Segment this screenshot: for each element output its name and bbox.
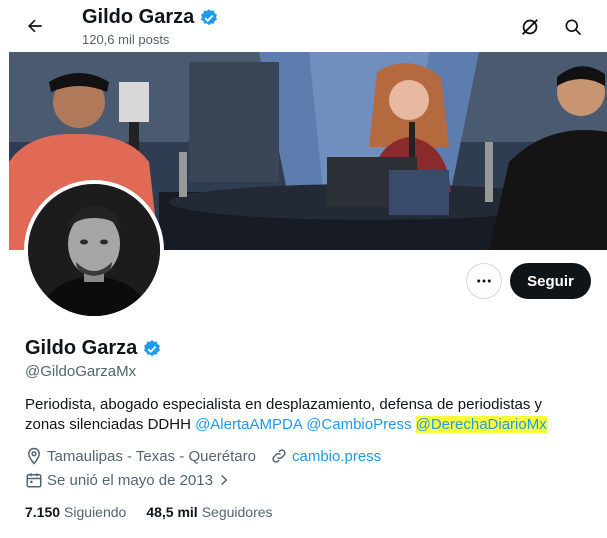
joined-text: Se unió el mayo de 2013 [47,471,213,489]
profile-meta-row-1: Tamaulipas - Texas - Querétaro cambio.pr… [25,447,395,465]
cutoff-followed-by-row [25,533,585,538]
display-name: Gildo Garza [25,337,162,360]
follow-stats: 7.150 Siguiendo 48,5 mil Seguidores [25,504,273,520]
search-button[interactable] [559,13,587,41]
verified-badge-icon[interactable] [142,339,162,359]
location-icon [27,447,41,465]
more-icon [477,279,491,283]
location-text: Tamaulipas - Texas - Querétaro [47,447,256,465]
mention-alertaampda[interactable]: @AlertaAMPDA [195,416,302,433]
profile-avatar[interactable] [24,180,164,320]
following-count: 7.150 [25,504,61,520]
profile-bio: Periodista, abogado especialista en desp… [25,395,585,435]
mention-cambiopress[interactable]: @CambioPress [306,416,411,433]
top-title: Gildo Garza [82,6,219,29]
followers-count: 48,5 mil [146,504,198,520]
post-count: 120,6 mil posts [82,32,170,47]
search-icon [565,19,582,36]
top-name-text: Gildo Garza [82,6,195,28]
grok-icon [522,19,538,35]
website-item[interactable]: cambio.press [270,447,381,465]
calendar-icon [26,473,42,488]
location-item: Tamaulipas - Texas - Querétaro [25,447,256,465]
verified-badge-icon [201,8,218,25]
back-arrow-icon [28,19,42,33]
website-link[interactable]: cambio.press [292,448,381,465]
joined-item[interactable]: Se unió el mayo de 2013 [25,471,235,489]
follow-button[interactable]: Seguir [510,263,591,299]
followers-label: Seguidores [201,504,273,520]
mention-derechadiariomx[interactable]: @DerechaDiarioMx [415,416,547,433]
following-label: Siguiendo [64,504,127,520]
more-options-button[interactable] [466,263,502,299]
following-stat[interactable]: 7.150 Siguiendo [25,504,126,520]
display-name-text: Gildo Garza [25,337,138,359]
followers-stat[interactable]: 48,5 mil Seguidores [146,504,272,520]
profile-meta-row-2: Se unió el mayo de 2013 [25,471,249,489]
back-button[interactable] [20,11,50,41]
link-icon [272,449,286,463]
chevron-right-icon [221,474,228,486]
grok-button[interactable] [516,13,544,41]
user-handle: @GildoGarzaMx [25,363,137,380]
top-bar: Gildo Garza 120,6 mil posts [0,0,607,52]
